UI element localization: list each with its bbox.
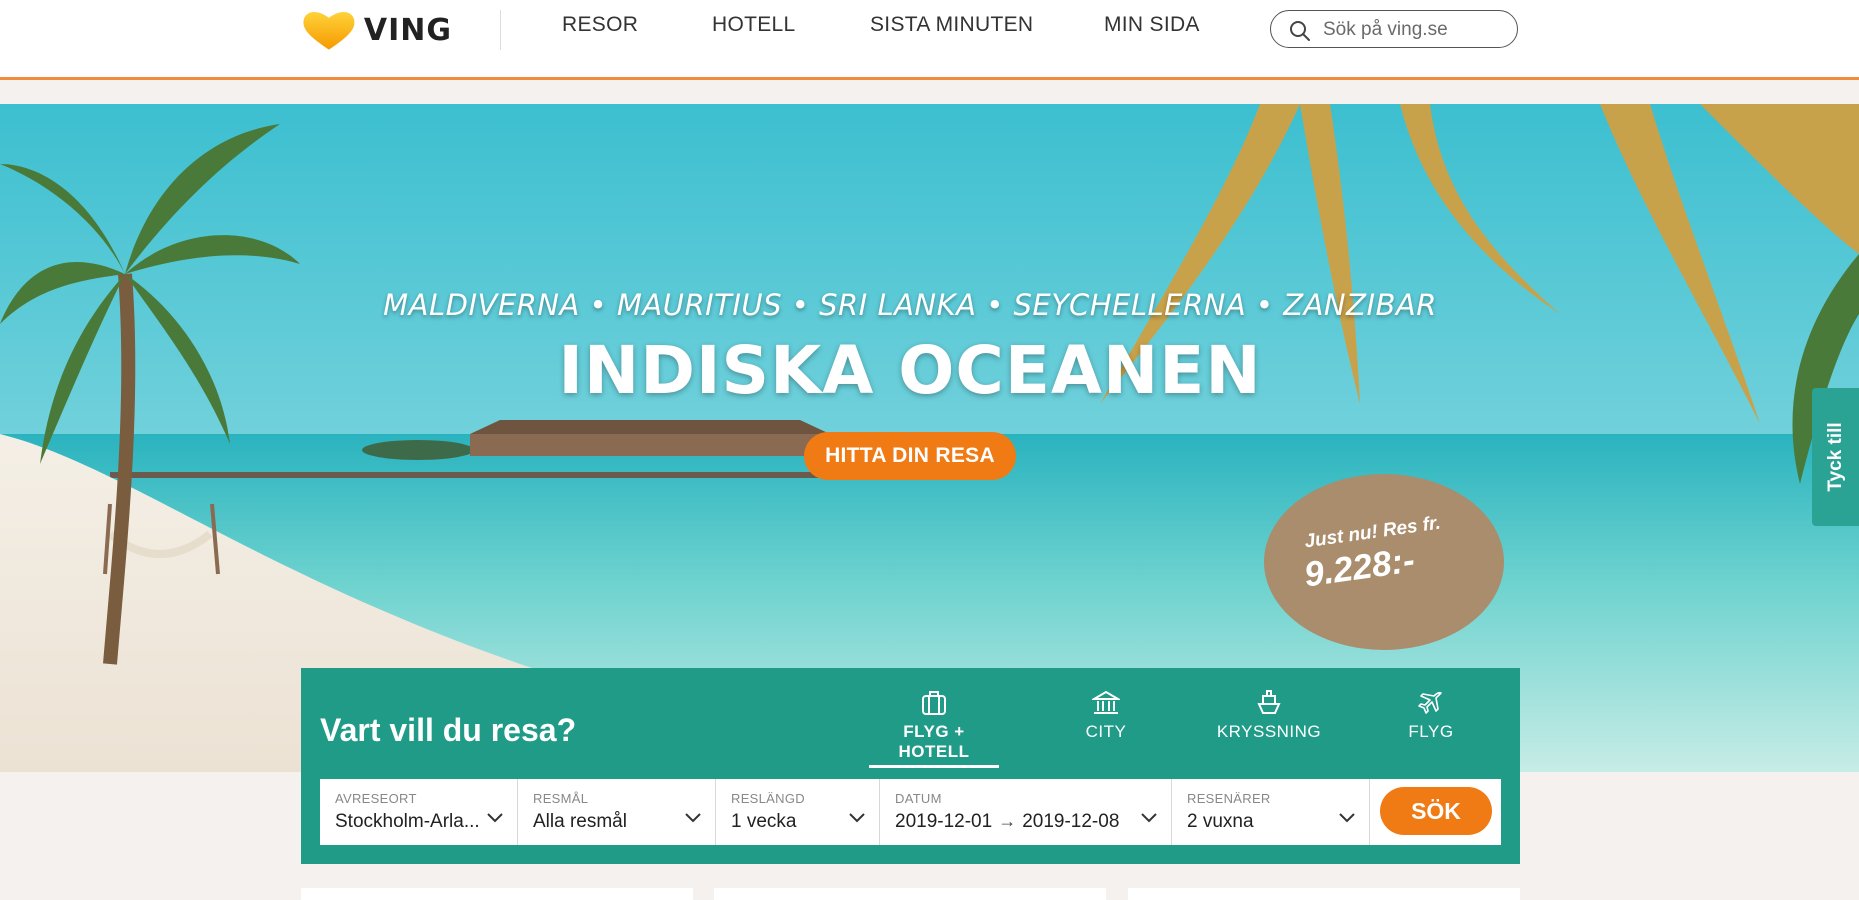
feedback-label: Tyck till [1824, 422, 1846, 492]
ship-icon [1257, 690, 1281, 714]
city-building-icon [1092, 690, 1120, 714]
chevron-down-icon [685, 813, 701, 823]
nav-min-sida[interactable]: MIN SIDA [1104, 13, 1200, 43]
search-form: AVRESEORT Stockholm-Arla... RESMÅL Alla … [320, 779, 1501, 845]
plane-icon [1418, 691, 1442, 714]
date-from: 2019-12-01 [895, 811, 993, 832]
tab-kryssning-label: KRYSSNING [1216, 722, 1322, 741]
departure-value: Stockholm-Arla... [335, 811, 480, 832]
booking-panel: Vart vill du resa? FLYG + HOTELL CITY KR… [301, 668, 1520, 864]
site-search [1270, 10, 1518, 48]
hero-subtitle: MALDIVERNA • MAURITIUS • SRI LANKA • SEY… [383, 288, 1437, 322]
ving-logo[interactable]: VING [300, 6, 452, 54]
offer-card[interactable] [1128, 888, 1520, 900]
destination-select[interactable]: RESMÅL Alla resmål [518, 779, 716, 845]
tab-kryssning[interactable]: KRYSSNING [1209, 690, 1329, 754]
travelers-select[interactable]: RESENÄRER 2 vuxna [1172, 779, 1370, 845]
tab-flyg[interactable]: FLYG [1381, 690, 1481, 754]
chevron-down-icon [1141, 813, 1157, 823]
date-label: DATUM [895, 791, 942, 806]
hero-title: INDISKA OCEANEN [558, 332, 1262, 409]
search-icon[interactable] [1289, 20, 1311, 42]
heart-logo-icon [303, 12, 355, 50]
booking-title: Vart vill du resa? [320, 712, 577, 748]
travelers-label: RESENÄRER [1187, 791, 1271, 806]
header-divider [500, 10, 501, 50]
suitcase-icon [922, 691, 946, 715]
chevron-down-icon [849, 813, 865, 823]
date-to: 2019-12-08 [1022, 811, 1120, 832]
nav-resor[interactable]: RESOR [562, 13, 638, 43]
offer-card[interactable] [714, 888, 1106, 900]
nav-sista-minuten[interactable]: SISTA MINUTEN [870, 13, 1033, 43]
tab-city[interactable]: CITY [1061, 690, 1151, 754]
site-header: VING RESOR HOTELL SISTA MINUTEN MIN SIDA [0, 0, 1859, 80]
find-trip-button[interactable]: HITTA DIN RESA [804, 432, 1016, 480]
destination-label: RESMÅL [533, 791, 589, 806]
search-submit-button[interactable]: SÖK [1380, 787, 1492, 835]
feedback-tab[interactable]: Tyck till [1812, 388, 1859, 526]
duration-select[interactable]: RESLÄNGD 1 vecka [716, 779, 880, 845]
date-picker[interactable]: DATUM 2019-12-01 → 2019-12-08 [880, 779, 1172, 845]
tab-city-label: CITY [1085, 722, 1127, 741]
brand-name: VING [363, 12, 452, 48]
offer-card[interactable] [301, 888, 693, 900]
tab-flyg-label: FLYG [1408, 722, 1454, 741]
tab-flyg-hotell[interactable]: FLYG + HOTELL [869, 690, 999, 768]
nav-hotell[interactable]: HOTELL [712, 13, 796, 43]
tab-flyg-hotell-label: FLYG + HOTELL [869, 722, 999, 768]
price-badge[interactable]: Just nu! Res fr. 9.228:- [1264, 474, 1504, 650]
search-input[interactable] [1321, 18, 1510, 42]
departure-label: AVRESEORT [335, 791, 417, 806]
date-range: 2019-12-01 → 2019-12-08 [895, 811, 1171, 833]
duration-label: RESLÄNGD [731, 791, 805, 806]
chevron-down-icon [487, 813, 503, 823]
chevron-down-icon [1339, 813, 1355, 823]
arrow-right-icon: → [998, 811, 1017, 831]
departure-select[interactable]: AVRESEORT Stockholm-Arla... [320, 779, 518, 845]
